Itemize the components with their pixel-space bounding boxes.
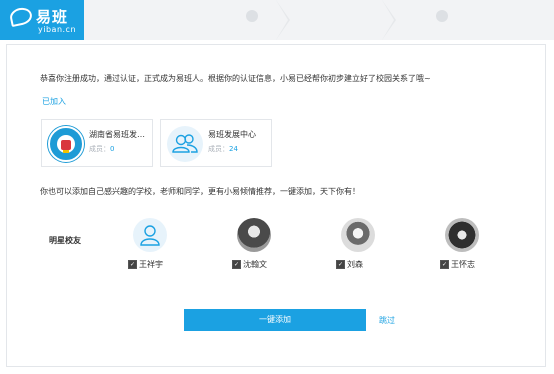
group-title[interactable]: 易班发展中心	[208, 129, 270, 140]
group-members: 成员：0	[89, 144, 114, 154]
default-user-icon[interactable]	[133, 218, 167, 252]
checkbox-checked-icon[interactable]: ✓	[336, 260, 345, 269]
person-card: ✓ 沈翰文	[219, 218, 289, 274]
user-avatar[interactable]	[341, 218, 375, 252]
emblem-red	[61, 140, 71, 150]
skip-link[interactable]: 跳过	[379, 315, 395, 326]
group-members: 成员：24	[208, 144, 238, 154]
person-select-row[interactable]: ✓ 刘森	[323, 259, 393, 271]
checkbox-checked-icon[interactable]: ✓	[128, 260, 137, 269]
members-count: 0	[110, 145, 115, 153]
intro-text: 恭喜你注册成功，通过认证，正式成为易班人。根据你的认证信息，小易已经帮你初步建立…	[40, 74, 431, 83]
yiban-logo[interactable]: 易班 yiban.cn	[0, 0, 84, 40]
members-label: 成员：	[89, 145, 110, 153]
logo-mark-icon	[8, 5, 34, 28]
person-card: ✓ 王怀志	[427, 218, 497, 274]
person-select-row[interactable]: ✓ 沈翰文	[219, 259, 289, 271]
logo-domain: yiban.cn	[38, 25, 77, 34]
person-card: ✓ 刘森	[323, 218, 393, 274]
one-click-add-button[interactable]: 一键添加	[184, 309, 366, 331]
step-2-icon	[246, 10, 258, 22]
suggest-text: 你也可以添加自己感兴趣的学校，老师和同学，更有小易倾情推荐，一键添加，天下你有！	[40, 187, 360, 196]
user-avatar[interactable]	[237, 218, 271, 252]
group-people-icon	[167, 126, 203, 162]
school-emblem-icon	[48, 126, 84, 162]
checkbox-checked-icon[interactable]: ✓	[232, 260, 241, 269]
group-title[interactable]: 湖南省易班发展...	[89, 129, 151, 140]
person-card: ✓ 王祥宇	[115, 218, 185, 274]
person-select-row[interactable]: ✓ 王祥宇	[115, 259, 185, 271]
top-bar: 易班 yiban.cn	[0, 0, 554, 40]
checkbox-checked-icon[interactable]: ✓	[440, 260, 449, 269]
group-card-school[interactable]: 湖南省易班发展... 成员：0	[41, 119, 153, 167]
emblem-yellow	[63, 150, 69, 153]
group-card-center[interactable]: 易班发展中心 成员：24	[160, 119, 272, 167]
person-name: 沈翰文	[243, 260, 267, 269]
user-avatar[interactable]	[445, 218, 479, 252]
logo-text: 易班	[36, 8, 69, 26]
members-label: 成员：	[208, 145, 229, 153]
step-2	[190, 0, 396, 40]
person-name: 王怀志	[451, 260, 475, 269]
joined-label: 已加入	[42, 97, 66, 106]
person-name: 刘森	[347, 260, 363, 269]
star-alumni-label: 明星校友	[49, 236, 81, 245]
step-3	[382, 0, 554, 40]
step-3-icon	[436, 10, 448, 22]
person-name: 王祥宇	[139, 260, 163, 269]
person-select-row[interactable]: ✓ 王怀志	[427, 259, 497, 271]
members-count: 24	[229, 145, 238, 153]
